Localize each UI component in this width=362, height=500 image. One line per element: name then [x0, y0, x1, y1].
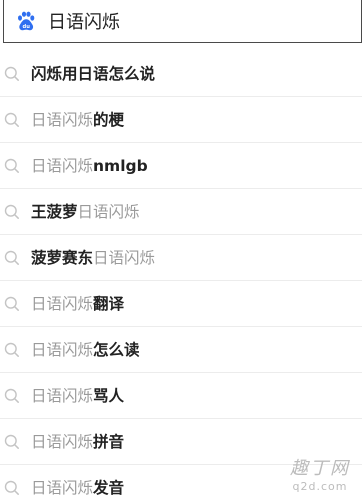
suggestion-highlight: 怎么读 — [93, 341, 140, 359]
suggestion-item[interactable]: 闪烁用日语怎么说 — [0, 51, 362, 97]
suggestion-query-match: 日语闪烁 — [31, 387, 94, 405]
search-icon — [4, 296, 20, 312]
watermark-logo-text: 趣丁网 — [290, 458, 350, 479]
suggestion-text: 日语闪烁怎么读 — [31, 339, 140, 361]
suggestion-text: 闪烁用日语怎么说 — [31, 63, 155, 85]
search-icon — [4, 204, 20, 220]
svg-text:du: du — [22, 24, 30, 30]
suggestion-item[interactable]: 日语闪烁翻译 — [0, 281, 362, 327]
search-input[interactable]: 日语闪烁 — [48, 8, 120, 34]
suggestion-text: 日语闪烁的梗 — [31, 109, 124, 131]
suggestion-highlight: 闪烁用日语怎么说 — [31, 65, 156, 83]
suggestion-text: 日语闪烁发音 — [31, 477, 124, 499]
suggestion-query-match: 日语闪烁 — [93, 249, 156, 267]
suggestion-highlight: 菠萝赛东 — [31, 249, 94, 267]
suggestion-text: 日语闪烁nmlgb — [31, 155, 148, 177]
search-icon — [4, 158, 20, 174]
search-icon — [4, 250, 20, 266]
suggestion-item[interactable]: 王菠萝日语闪烁 — [0, 189, 362, 235]
search-icon — [4, 480, 20, 496]
suggestion-item[interactable]: 日语闪烁骂人 — [0, 373, 362, 419]
suggestion-query-match: 日语闪烁 — [31, 111, 94, 129]
watermark-domain: q2d.com — [292, 480, 348, 493]
suggestion-query-match: 日语闪烁 — [31, 295, 94, 313]
suggestion-highlight: 骂人 — [93, 387, 125, 405]
suggestion-item[interactable]: 日语闪烁的梗 — [0, 97, 362, 143]
suggestion-list: 闪烁用日语怎么说 日语闪烁的梗 日语闪烁nmlgb 王菠萝日语闪烁 菠萝赛东日语闪烁 日语… — [0, 51, 362, 500]
suggestion-text: 菠萝赛东日语闪烁 — [31, 247, 155, 269]
suggestion-highlight: 王菠萝 — [31, 203, 78, 221]
page: du 日语闪烁 闪烁用日语怎么说 日语闪烁的梗 日语闪烁nmlgb 王菠萝日语闪烁 菠萝… — [0, 0, 362, 500]
suggestion-query-match: 日语闪烁 — [31, 479, 94, 497]
search-icon — [4, 388, 20, 404]
suggestion-highlight: 拼音 — [93, 433, 125, 451]
suggestion-item[interactable]: 菠萝赛东日语闪烁 — [0, 235, 362, 281]
suggestion-text: 王菠萝日语闪烁 — [31, 201, 140, 223]
watermark: 趣丁网 q2d.com — [284, 458, 356, 498]
suggestion-highlight: 的梗 — [93, 111, 125, 129]
suggestion-item[interactable]: 日语闪烁怎么读 — [0, 327, 362, 373]
search-icon — [4, 66, 20, 82]
suggestion-highlight: 翻译 — [93, 295, 125, 313]
suggestion-highlight: 发音 — [93, 479, 125, 497]
suggestion-text: 日语闪烁拼音 — [31, 431, 124, 453]
baidu-paw-icon: du — [15, 10, 37, 32]
search-bar[interactable]: du 日语闪烁 — [3, 0, 362, 43]
suggestion-text: 日语闪烁翻译 — [31, 293, 124, 315]
search-icon — [4, 342, 20, 358]
suggestion-query-match: 日语闪烁 — [77, 203, 140, 221]
search-icon — [4, 112, 20, 128]
search-icon — [4, 434, 20, 450]
suggestion-text: 日语闪烁骂人 — [31, 385, 124, 407]
suggestion-item[interactable]: 日语闪烁nmlgb — [0, 143, 362, 189]
suggestion-highlight: nmlgb — [93, 157, 148, 175]
suggestion-query-match: 日语闪烁 — [31, 341, 94, 359]
suggestion-query-match: 日语闪烁 — [31, 433, 94, 451]
suggestion-query-match: 日语闪烁 — [31, 157, 94, 175]
